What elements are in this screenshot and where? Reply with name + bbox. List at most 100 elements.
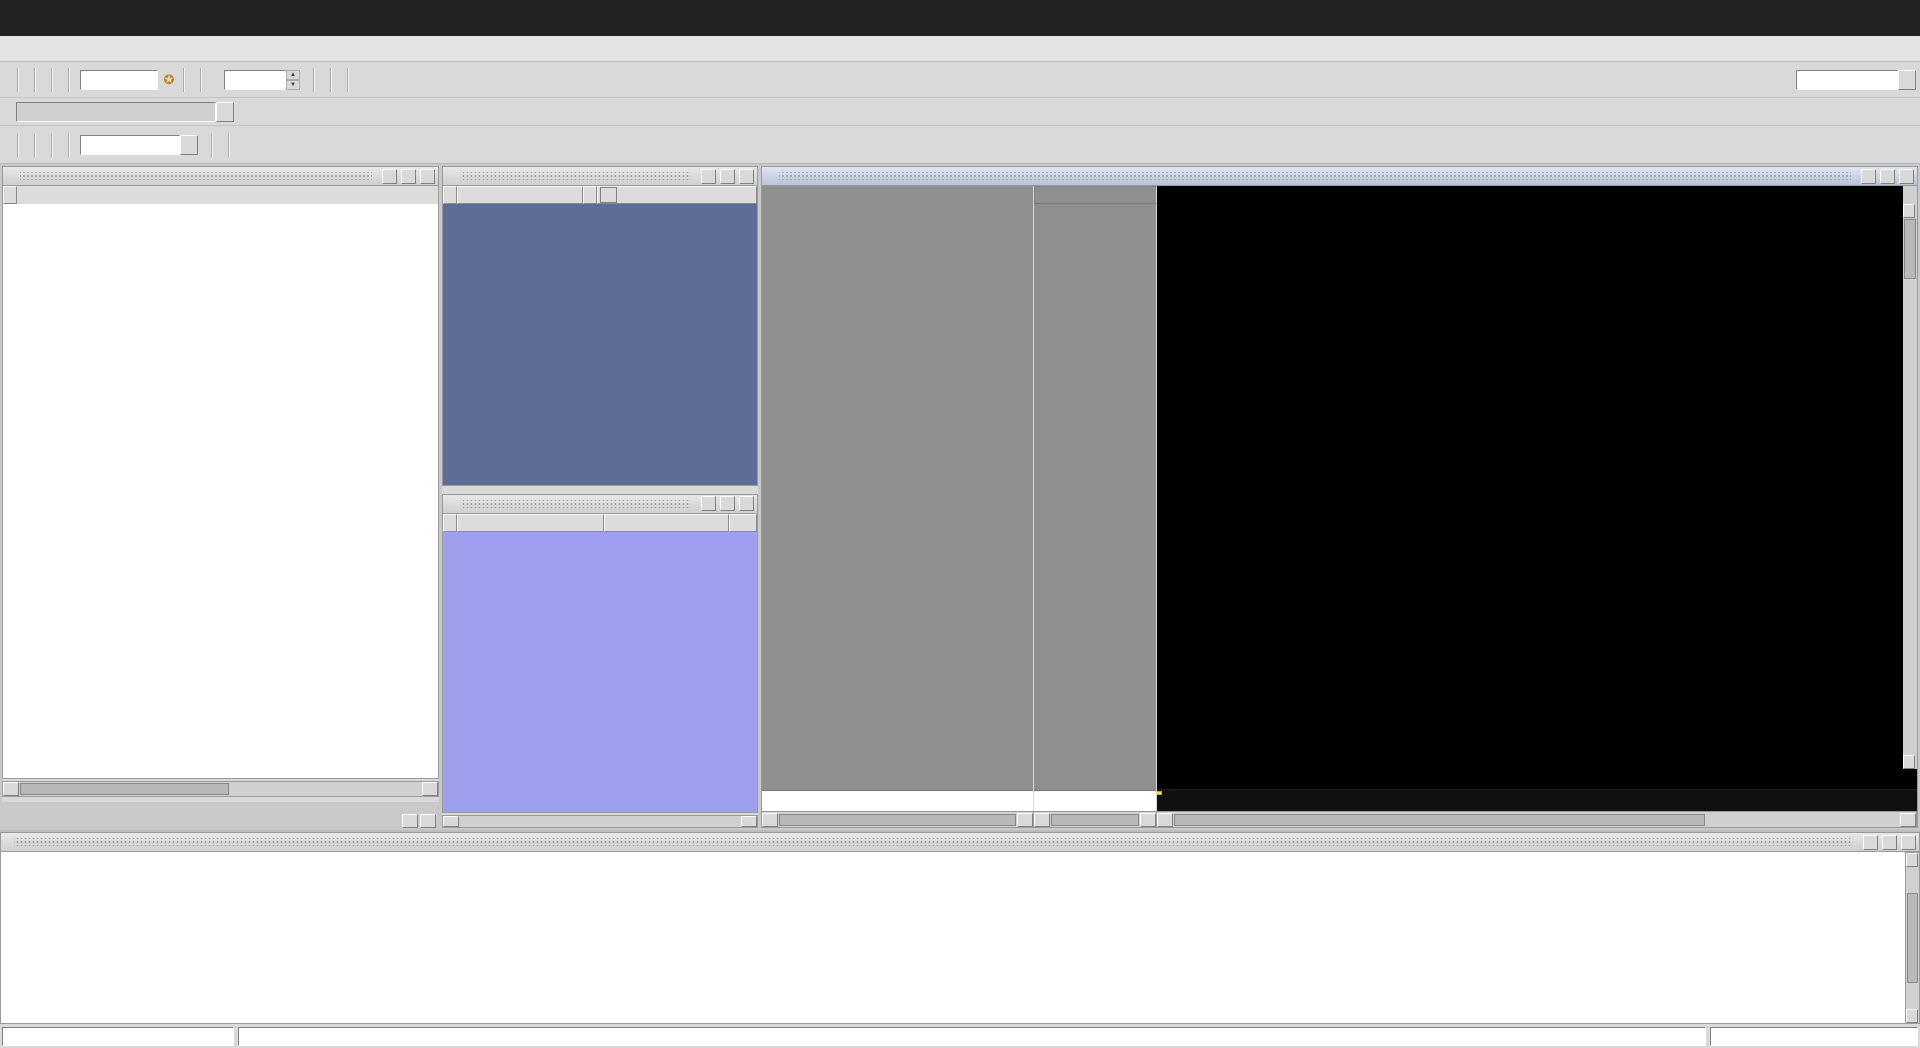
transcript-scrollbar[interactable]: [1906, 852, 1920, 1024]
tabs-scroll-right-icon[interactable]: [420, 814, 436, 828]
objects-add-button[interactable]: [701, 169, 716, 184]
main-area: [0, 164, 1920, 830]
scroll-right-icon[interactable]: [1140, 813, 1156, 827]
workspace-tabs: [2, 802, 439, 828]
objects-column-headers: [442, 186, 758, 204]
run-length-spinner[interactable]: ▲▼: [286, 70, 300, 90]
transcript-undock-button[interactable]: [1882, 835, 1897, 850]
wave-add-button[interactable]: [1861, 169, 1876, 184]
sim-panel: [2, 166, 439, 828]
sim-close-button[interactable]: [420, 169, 435, 184]
wave-scrollbar[interactable]: [1157, 812, 1917, 827]
panel-splitter[interactable]: [442, 486, 758, 494]
msgs-column-header[interactable]: [1034, 186, 1157, 204]
column-layout-select[interactable]: [16, 102, 216, 122]
scroll-left-icon[interactable]: [1157, 813, 1173, 827]
cursor-row-label[interactable]: [762, 790, 1033, 812]
wave-timeline[interactable]: [1157, 769, 1917, 811]
objects-value-column[interactable]: [583, 186, 597, 204]
objects-time-widget[interactable]: [600, 187, 617, 203]
processes-filter-icon[interactable]: [443, 514, 457, 532]
scroll-left-icon[interactable]: [762, 813, 778, 827]
scroll-left-icon[interactable]: [1034, 813, 1050, 827]
processes-column-headers: [442, 514, 758, 532]
status-bar: [0, 1024, 1920, 1048]
transcript-add-button[interactable]: [1863, 835, 1878, 850]
column-layout-toolbar: [0, 98, 1920, 126]
search-input[interactable]: [80, 135, 180, 155]
scroll-right-icon[interactable]: [1017, 813, 1033, 827]
transcript-log[interactable]: [0, 852, 1906, 1024]
transcript-panel-grip[interactable]: [14, 838, 1853, 846]
scroll-thumb[interactable]: [20, 783, 229, 795]
wave-signal-values: [1034, 204, 1157, 769]
scroll-left-icon[interactable]: [443, 816, 459, 827]
tabs-scroll-left-icon[interactable]: [402, 814, 418, 828]
column-layout-dropdown-icon[interactable]: [216, 102, 234, 122]
layout-select[interactable]: [1796, 70, 1898, 90]
scroll-right-icon[interactable]: [422, 782, 438, 796]
wave-cursor-tag-row: [1157, 790, 1917, 811]
status-now: [2, 1027, 234, 1046]
application-window: ✪ ▲▼: [0, 0, 1920, 1048]
search-dropdown-icon[interactable]: [180, 135, 198, 155]
status-wave-range: [1710, 1027, 1918, 1046]
sim-add-button[interactable]: [382, 169, 397, 184]
spin-down-icon: ▼: [286, 80, 300, 90]
wave-vertical-scrollbar[interactable]: [1903, 204, 1917, 769]
names-scrollbar[interactable]: [762, 812, 1034, 827]
scroll-down-icon[interactable]: [1906, 1009, 1918, 1023]
wave-plot-area[interactable]: [1157, 204, 1903, 769]
wave-panel-grip[interactable]: [779, 172, 1851, 180]
scroll-down-icon[interactable]: [1903, 755, 1915, 769]
processes-undock-button[interactable]: [720, 496, 735, 511]
processes-list: [442, 532, 758, 814]
wave-close-button[interactable]: [1899, 169, 1914, 184]
objects-filter-icon[interactable]: [443, 186, 457, 204]
status-context: [238, 1027, 1706, 1046]
values-scrollbar[interactable]: [1034, 812, 1157, 827]
wave-window: [761, 186, 1918, 828]
transcript-panel-header[interactable]: [0, 832, 1920, 852]
title-bar: [0, 0, 1920, 36]
sim-horizontal-scrollbar[interactable]: [2, 781, 439, 797]
processes-type-column[interactable]: [604, 514, 729, 532]
help-key-icon[interactable]: ✪: [158, 69, 180, 91]
wave-panel: [761, 166, 1918, 828]
processes-add-button[interactable]: [701, 496, 716, 511]
layout-dropdown-icon[interactable]: [1898, 70, 1916, 90]
scroll-up-icon[interactable]: [1906, 853, 1918, 867]
processes-status-column[interactable]: [729, 514, 757, 532]
processes-panel-grip[interactable]: [460, 500, 691, 508]
objects-undock-button[interactable]: [720, 169, 735, 184]
sim-panel-grip[interactable]: [20, 172, 372, 180]
sim-undock-button[interactable]: [401, 169, 416, 184]
objects-list: [442, 204, 758, 486]
scroll-up-icon[interactable]: [1903, 204, 1915, 218]
processes-name-column[interactable]: [457, 514, 604, 532]
now-row-label: [762, 769, 1033, 790]
help-search-input[interactable]: [80, 70, 158, 90]
sim-column-headers: [2, 186, 439, 204]
wave-panel-header[interactable]: [761, 166, 1918, 186]
scroll-right-icon[interactable]: [1900, 813, 1916, 827]
processes-scrollbar[interactable]: [442, 815, 758, 828]
processes-panel-header[interactable]: [442, 494, 758, 514]
processes-close-button[interactable]: [739, 496, 754, 511]
transcript-close-button[interactable]: [1901, 835, 1916, 850]
run-length-input[interactable]: [224, 70, 286, 90]
cursor-time-tag[interactable]: [1157, 791, 1162, 795]
objects-panel-header[interactable]: [442, 166, 758, 186]
wave-toolbar: [0, 126, 1920, 164]
middle-column: [442, 166, 758, 828]
wave-undock-button[interactable]: [1880, 169, 1895, 184]
main-toolbar: ✪ ▲▼: [0, 62, 1920, 98]
objects-close-button[interactable]: [739, 169, 754, 184]
spin-up-icon: ▲: [286, 70, 300, 80]
sim-filter-icon[interactable]: [3, 186, 17, 204]
scroll-left-icon[interactable]: [3, 782, 19, 796]
scroll-thumb[interactable]: [1904, 219, 1916, 279]
sim-panel-header[interactable]: [2, 166, 439, 186]
objects-panel-grip[interactable]: [460, 172, 691, 180]
scroll-right-icon[interactable]: [741, 816, 757, 827]
